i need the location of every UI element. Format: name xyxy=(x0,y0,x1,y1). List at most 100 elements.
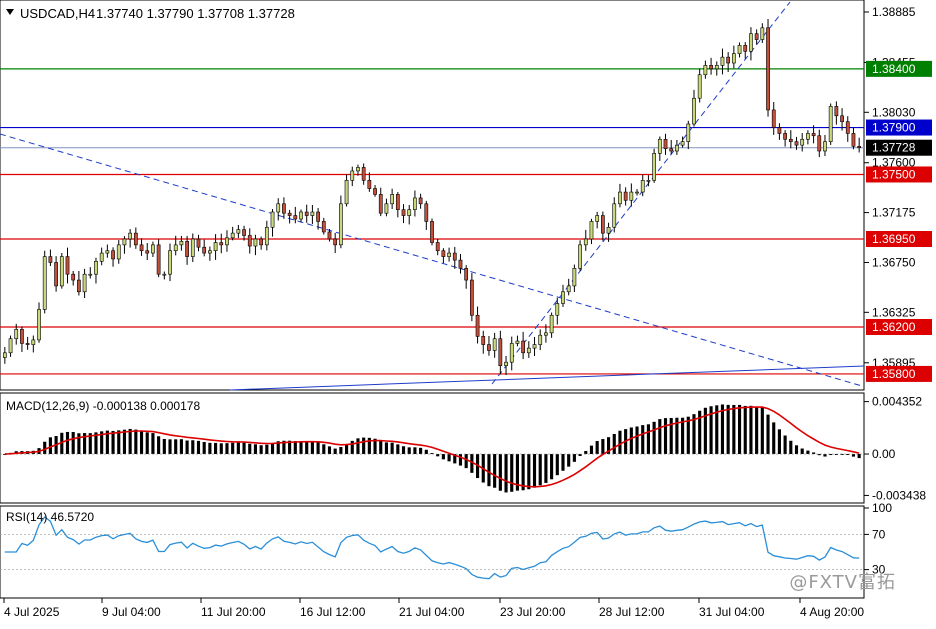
macd-histogram-bar xyxy=(396,444,400,455)
macd-histogram-bar xyxy=(612,433,616,455)
macd-histogram-bar xyxy=(202,441,206,455)
candle-body xyxy=(663,138,668,149)
chart-canvas[interactable]: 1.388851.384551.380301.376001.371751.367… xyxy=(0,0,936,624)
candle-body xyxy=(264,226,269,246)
candle-body xyxy=(623,191,628,201)
macd-histogram-bar xyxy=(595,441,599,455)
macd-histogram-bar xyxy=(544,454,548,483)
level-badge-label: 1.37500 xyxy=(872,167,916,181)
macd-histogram-bar xyxy=(316,442,320,455)
macd-histogram-bar xyxy=(305,441,309,455)
candle-body xyxy=(276,203,281,213)
candle-body xyxy=(845,121,850,134)
time-tick-label: 16 Jul 12:00 xyxy=(300,605,366,619)
macd-histogram-bar xyxy=(663,418,668,455)
candle-body xyxy=(783,133,787,140)
candle-body xyxy=(373,188,377,195)
macd-histogram-bar xyxy=(772,422,776,455)
candle-body xyxy=(857,146,862,149)
macd-histogram-bar xyxy=(270,443,275,455)
macd-histogram-bar xyxy=(242,442,246,455)
macd-histogram-bar xyxy=(419,447,423,455)
candle-body xyxy=(253,238,258,247)
macd-histogram-bar xyxy=(726,404,730,455)
macd-histogram-bar xyxy=(139,430,144,455)
candle-body xyxy=(549,314,554,334)
level-badge-label: 1.38400 xyxy=(872,62,916,76)
macd-histogram-bar xyxy=(236,442,240,455)
candle-body xyxy=(384,203,389,214)
candle-body xyxy=(287,212,292,216)
macd-histogram-bar xyxy=(225,443,229,455)
candle-body xyxy=(230,232,235,239)
symbol-header: USDCAD,H4 1.37740 1.37790 1.37708 1.3772… xyxy=(6,6,295,21)
candle-body xyxy=(401,209,406,216)
candle-body xyxy=(327,231,332,240)
candle-body xyxy=(697,74,702,99)
candle-body xyxy=(561,291,565,304)
candle-body xyxy=(151,244,155,254)
macd-histogram-bar xyxy=(646,424,650,455)
candle-body xyxy=(270,211,275,228)
candle-body xyxy=(840,115,844,122)
macd-tick-label: 0.00 xyxy=(872,447,896,461)
candle-body xyxy=(139,244,144,252)
watermark-logo: @FXTV富拓 xyxy=(789,572,896,593)
candle-body xyxy=(168,250,172,275)
macd-histogram-bar xyxy=(749,405,753,455)
candle-body xyxy=(242,229,246,236)
candle-body xyxy=(737,45,742,54)
level-badge-label: 1.36950 xyxy=(872,232,916,246)
rsi-pane-frame xyxy=(0,505,865,599)
macd-histogram-bar xyxy=(168,439,172,455)
candle-body xyxy=(344,180,349,205)
candle-body xyxy=(133,232,138,246)
candle-body xyxy=(418,197,423,205)
candle-body xyxy=(686,123,691,142)
candle-body xyxy=(680,141,685,146)
macd-histogram-bar xyxy=(447,454,451,462)
candle-body xyxy=(208,250,212,254)
candle-body xyxy=(8,338,13,354)
candle-body xyxy=(692,97,696,125)
macd-histogram-bar xyxy=(800,448,804,455)
candle-body xyxy=(572,268,577,287)
macd-histogram-bar xyxy=(339,447,343,455)
candle-body xyxy=(794,141,799,146)
candle-body xyxy=(851,133,856,147)
macd-histogram-bar xyxy=(629,427,633,455)
candle-body xyxy=(14,329,19,340)
macd-histogram-bar xyxy=(732,404,736,455)
macd-histogram-bar xyxy=(384,442,389,455)
candle-body xyxy=(515,340,520,344)
macd-histogram-bar xyxy=(293,441,297,455)
macd-histogram-bar xyxy=(185,440,189,455)
candle-body xyxy=(726,56,731,64)
time-tick-label: 9 Jul 04:00 xyxy=(102,605,161,619)
macd-histogram-bar xyxy=(191,440,195,455)
candle-body xyxy=(771,109,776,128)
candle-body xyxy=(316,211,320,222)
candle-body xyxy=(321,221,326,233)
candle-body xyxy=(589,221,594,240)
time-tick-label: 21 Jul 04:00 xyxy=(399,605,465,619)
candle-body xyxy=(2,352,7,358)
macd-histogram-bar xyxy=(322,444,326,455)
candle-body xyxy=(413,197,417,210)
candle-body xyxy=(333,238,338,246)
candle-body xyxy=(31,339,36,345)
price-tick-label: 1.36750 xyxy=(872,255,916,269)
macd-histogram-bar xyxy=(652,421,656,455)
candle-body xyxy=(447,252,451,257)
macd-histogram-bar xyxy=(441,454,445,460)
chart-window[interactable]: 1.388851.384551.380301.376001.371751.367… xyxy=(0,0,936,624)
candle-body xyxy=(760,27,765,40)
candle-body xyxy=(635,191,639,194)
candle-body xyxy=(378,194,383,214)
time-axis: 4 Jul 2025 9 Jul 04:00 11 Jul 20:00 16 Jul … xyxy=(3,598,864,619)
rsi-tick-label: 100 xyxy=(872,501,892,515)
macd-histogram-bar xyxy=(851,454,856,457)
macd-histogram-bar xyxy=(208,442,212,455)
price-tick-label: 1.36325 xyxy=(872,305,916,319)
macd-histogram-bar xyxy=(333,448,337,455)
